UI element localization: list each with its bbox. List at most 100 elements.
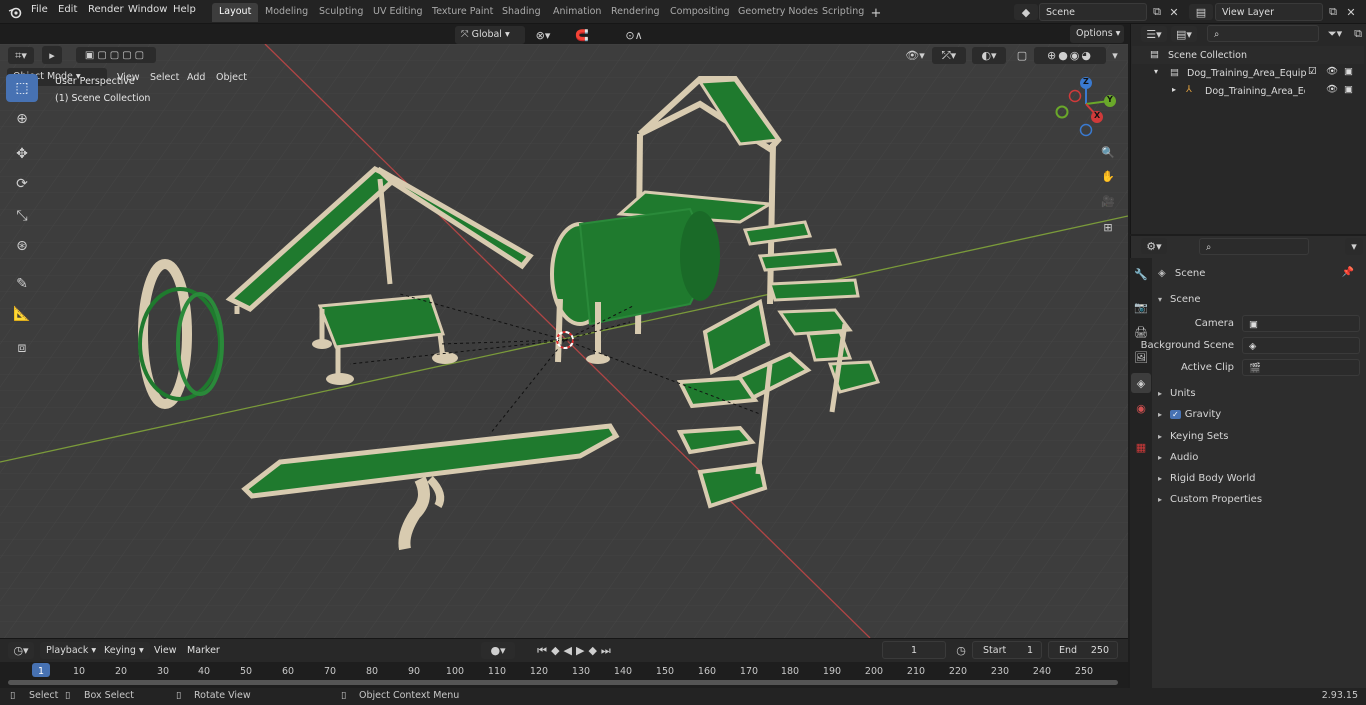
overlay-toggle-icon[interactable]: ◐▾: [972, 47, 1006, 64]
editor-type-icon[interactable]: ⚙▾: [1141, 238, 1167, 254]
select-tool-icon[interactable]: ▸: [42, 46, 62, 64]
menu-object[interactable]: Object: [216, 72, 247, 83]
snap-icon[interactable]: 🧲: [560, 26, 604, 44]
transform-orientation-dropdown[interactable]: ⤧ Global ▾: [455, 26, 525, 44]
tab-shading[interactable]: Shading: [495, 3, 548, 22]
camera-view-icon[interactable]: 🎥: [1098, 192, 1118, 210]
new-collection-icon[interactable]: ⧉: [1351, 26, 1365, 42]
view-layer-tab-icon[interactable]: 🖼: [1133, 349, 1149, 365]
outliner-row-collection[interactable]: ▾ ▤ Dog_Training_Area_Equipmer ☑ 👁 ▣: [1132, 64, 1364, 82]
background-scene-field[interactable]: ◈: [1242, 337, 1360, 354]
menu-help[interactable]: Help: [173, 4, 196, 15]
navigation-gizmo[interactable]: Z Y X: [1052, 74, 1122, 140]
editor-type-icon[interactable]: ⌗▾: [8, 47, 34, 64]
menu-add[interactable]: Add: [187, 72, 205, 83]
measure-tool-icon[interactable]: 📐: [6, 300, 38, 328]
filter-icon[interactable]: ⏷▾: [1323, 26, 1347, 42]
menu-view[interactable]: View: [154, 645, 177, 656]
eye-icon[interactable]: 👁: [1326, 66, 1338, 77]
tab-modeling[interactable]: Modeling: [258, 3, 315, 22]
chevron-down-icon[interactable]: ▾: [1108, 47, 1122, 64]
transform-tool-icon[interactable]: ⊛: [6, 232, 38, 260]
clock-icon[interactable]: ◷: [953, 642, 969, 659]
tab-animation[interactable]: Animation: [546, 3, 608, 22]
cursor-tool-icon[interactable]: ⊕: [6, 105, 38, 133]
view-layer-field[interactable]: View Layer: [1215, 3, 1323, 21]
end-frame-field[interactable]: End 250: [1048, 641, 1118, 659]
panel-audio[interactable]: ▸ Audio: [1158, 448, 1364, 468]
tab-compositing[interactable]: Compositing: [663, 3, 737, 22]
pan-hand-icon[interactable]: ✋: [1098, 167, 1118, 185]
outliner-search-input[interactable]: ⌕: [1207, 25, 1319, 42]
3d-viewport[interactable]: [0, 44, 1128, 638]
editor-type-icon[interactable]: ☰▾: [1141, 26, 1167, 42]
menu-select[interactable]: Select: [150, 72, 179, 83]
render-tab-icon[interactable]: 📷: [1133, 299, 1149, 315]
gizmo-toggle-icon[interactable]: ⤱▾: [932, 47, 966, 64]
display-mode-icon[interactable]: ▤▾: [1171, 26, 1197, 42]
outliner-row-scene-collection[interactable]: ▤ Scene Collection: [1132, 46, 1364, 64]
rotate-tool-icon[interactable]: ⟳: [6, 170, 38, 198]
visibility-icon[interactable]: 👁▾: [902, 47, 928, 64]
perspective-toggle-icon[interactable]: ⊞: [1098, 218, 1118, 236]
tab-geometry-nodes[interactable]: Geometry Nodes: [731, 3, 825, 22]
scene-selector-icon[interactable]: ◆: [1014, 4, 1038, 20]
scene-name-field[interactable]: Scene: [1039, 3, 1147, 21]
current-frame-field[interactable]: 1: [882, 641, 946, 659]
start-frame-field[interactable]: Start 1: [972, 641, 1042, 659]
output-tab-icon[interactable]: 🖨: [1133, 324, 1149, 340]
xray-icon[interactable]: ▢: [1014, 47, 1030, 64]
select-box-tool-icon[interactable]: ⬚: [6, 74, 38, 102]
scene-tab-icon[interactable]: ◈: [1131, 373, 1151, 393]
proportional-edit-icon[interactable]: ⊙∧: [612, 26, 656, 44]
expand-arrow-icon[interactable]: ▾: [1154, 67, 1158, 76]
shading-mode-icons[interactable]: ⊕●◉◕: [1034, 47, 1106, 64]
pivot-icon[interactable]: ⊗▾: [530, 26, 556, 44]
camera-icon[interactable]: ▣: [1344, 84, 1353, 95]
record-icon[interactable]: ●▾: [481, 642, 515, 659]
tab-rendering[interactable]: Rendering: [604, 3, 667, 22]
world-tab-icon[interactable]: ◉: [1133, 400, 1149, 416]
menu-window[interactable]: Window: [128, 4, 167, 15]
blender-logo-icon[interactable]: [6, 4, 24, 20]
tool-tab-icon[interactable]: 🔧: [1133, 266, 1149, 282]
move-tool-icon[interactable]: ✥: [6, 140, 38, 168]
properties-search-input[interactable]: ⌕: [1199, 238, 1309, 255]
select-mode-icons[interactable]: ▣▢▢▢▢: [76, 47, 156, 63]
zoom-icon[interactable]: 🔍: [1098, 143, 1118, 161]
scene-section-header[interactable]: ▾ Scene: [1158, 290, 1364, 310]
panel-keying-sets[interactable]: ▸ Keying Sets: [1158, 427, 1364, 447]
pin-icon[interactable]: 📌: [1342, 267, 1354, 278]
camera-field[interactable]: ▣: [1242, 315, 1360, 332]
editor-type-icon[interactable]: ◷▾: [8, 642, 34, 659]
tab-sculpting[interactable]: Sculpting: [312, 3, 370, 22]
copy-icon[interactable]: ⧉: [1325, 4, 1341, 20]
eye-icon[interactable]: 👁: [1326, 84, 1338, 95]
active-clip-field[interactable]: 🎬: [1242, 359, 1360, 376]
menu-render[interactable]: Render: [88, 4, 124, 15]
playback-controls-icons[interactable]: ⏮◆◀▶◆⏭: [521, 642, 631, 659]
panel-units[interactable]: ▸ Units: [1158, 384, 1364, 404]
outliner-row-object[interactable]: ▸ ⅄ Dog_Training_Area_Equip 👁 ▣: [1132, 82, 1364, 100]
checkbox-icon[interactable]: ☑: [1308, 66, 1317, 77]
tab-layout[interactable]: Layout: [212, 3, 259, 22]
menu-file[interactable]: File: [31, 4, 48, 15]
copy-icon[interactable]: ⧉: [1149, 4, 1165, 20]
keying-dropdown[interactable]: Keying ▾: [98, 642, 150, 659]
panel-rigid-body-world[interactable]: ▸ Rigid Body World: [1158, 469, 1364, 489]
camera-icon[interactable]: ▣: [1344, 66, 1353, 77]
add-workspace-icon[interactable]: +: [869, 6, 883, 21]
options-dropdown[interactable]: Options ▾: [1070, 25, 1124, 43]
annotate-tool-icon[interactable]: ✎: [6, 270, 38, 298]
menu-marker[interactable]: Marker: [187, 645, 220, 656]
menu-edit[interactable]: Edit: [58, 4, 77, 15]
tab-uv-editing[interactable]: UV Editing: [366, 3, 430, 22]
close-icon[interactable]: ✕: [1343, 4, 1359, 20]
add-cube-tool-icon[interactable]: ⧈: [6, 334, 38, 362]
gravity-checkbox[interactable]: ✓: [1170, 410, 1181, 419]
view-layer-selector-icon[interactable]: ▤: [1189, 4, 1213, 20]
scale-tool-icon[interactable]: ⤡: [6, 202, 38, 230]
chevron-down-icon[interactable]: ▾: [1345, 238, 1363, 255]
panel-custom-properties[interactable]: ▸ Custom Properties: [1158, 490, 1364, 510]
tab-texture-paint[interactable]: Texture Paint: [425, 3, 500, 22]
